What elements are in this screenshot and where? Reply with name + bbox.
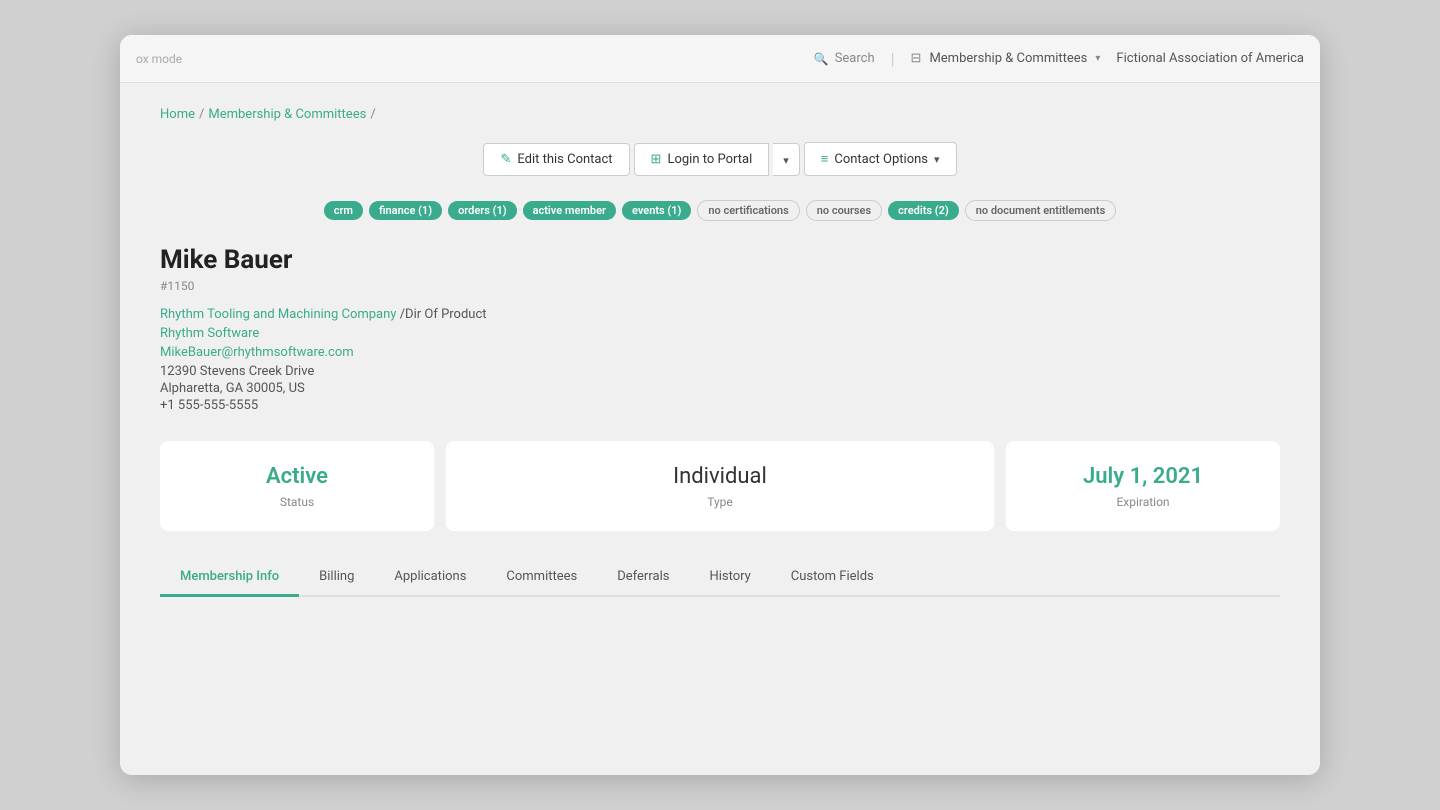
- contact-id: #1150: [160, 279, 1280, 293]
- nav-icon: ⊟: [911, 51, 922, 66]
- options-chevron-icon: ▾: [934, 153, 940, 166]
- type-value: Individual: [673, 464, 767, 489]
- tab-custom-fields[interactable]: Custom Fields: [771, 559, 894, 597]
- tab-deferrals[interactable]: Deferrals: [597, 559, 689, 597]
- breadcrumb-sep-1: /: [199, 107, 204, 122]
- breadcrumb: Home / Membership & Committees /: [160, 107, 1280, 122]
- contact-phone: +1 555-555-5555: [160, 398, 1280, 413]
- contact-options-button[interactable]: ≡ Contact Options ▾: [804, 142, 957, 176]
- expiration-label: Expiration: [1116, 495, 1169, 509]
- browser-search-area[interactable]: 🔍 Search: [814, 51, 875, 66]
- status-card-type: Individual Type: [446, 441, 994, 531]
- status-card-active: Active Status: [160, 441, 434, 531]
- page-content: Home / Membership & Committees / ✎ Edit …: [120, 83, 1320, 775]
- browser-bar: ox mode 🔍 Search | ⊟ Membership & Commit…: [120, 35, 1320, 83]
- breadcrumb-section[interactable]: Membership & Committees: [208, 107, 366, 122]
- action-buttons-row: ✎ Edit this Contact ⊞ Login to Portal ▾ …: [160, 142, 1280, 176]
- breadcrumb-home[interactable]: Home: [160, 107, 195, 122]
- options-button-label: Contact Options: [834, 152, 928, 167]
- org-name-label: Fictional Association of America: [1116, 51, 1304, 66]
- search-icon: 🔍: [814, 52, 829, 66]
- contact-software-link[interactable]: Rhythm Software: [160, 326, 1280, 341]
- tag-finance[interactable]: finance (1): [369, 201, 442, 220]
- breadcrumb-sep-2: /: [370, 107, 375, 122]
- contact-email-link[interactable]: MikeBauer@rhythmsoftware.com: [160, 345, 1280, 360]
- contact-title: /Dir Of Product: [396, 307, 486, 322]
- contact-company-link[interactable]: Rhythm Tooling and Machining Company: [160, 307, 396, 322]
- options-icon: ≡: [821, 151, 829, 167]
- tag-no-certifications[interactable]: no certifications: [697, 200, 799, 221]
- status-card-expiration: July 1, 2021 Expiration: [1006, 441, 1280, 531]
- status-label: Status: [280, 495, 314, 509]
- status-cards: Active Status Individual Type July 1, 20…: [160, 441, 1280, 531]
- contact-info-block: Mike Bauer #1150 Rhythm Tooling and Mach…: [160, 245, 1280, 413]
- login-dropdown-chevron-icon: ▾: [783, 155, 789, 167]
- tags-row: crm finance (1) orders (1) active member…: [160, 200, 1280, 221]
- tag-no-courses[interactable]: no courses: [806, 200, 882, 221]
- search-label: Search: [835, 51, 875, 66]
- edit-icon: ✎: [500, 152, 511, 167]
- contact-company-row: Rhythm Tooling and Machining Company /Di…: [160, 303, 1280, 322]
- edit-button-label: Edit this Contact: [517, 152, 612, 167]
- browser-nav: ⊟ Membership & Committees ▾: [911, 51, 1101, 66]
- type-label: Type: [707, 495, 733, 509]
- nav-label: Membership & Committees: [929, 51, 1087, 66]
- tag-active-member[interactable]: active member: [523, 201, 616, 220]
- tab-committees[interactable]: Committees: [486, 559, 597, 597]
- login-to-portal-button[interactable]: ⊞ Login to Portal: [634, 143, 770, 176]
- tag-no-document-entitlements[interactable]: no document entitlements: [965, 200, 1117, 221]
- status-value: Active: [266, 464, 328, 489]
- browser-mode-label: ox mode: [136, 52, 182, 66]
- contact-name: Mike Bauer: [160, 245, 1280, 275]
- tag-crm[interactable]: crm: [324, 201, 363, 220]
- expiration-value: July 1, 2021: [1083, 464, 1203, 489]
- tag-orders[interactable]: orders (1): [448, 201, 517, 220]
- tabs-row: Membership Info Billing Applications Com…: [160, 559, 1280, 597]
- login-button-label: Login to Portal: [667, 152, 752, 167]
- login-icon: ⊞: [651, 152, 662, 167]
- edit-contact-button[interactable]: ✎ Edit this Contact: [483, 143, 629, 176]
- contact-section: Mike Bauer #1150 Rhythm Tooling and Mach…: [160, 245, 1280, 413]
- tab-membership-info[interactable]: Membership Info: [160, 559, 299, 597]
- nav-chevron-icon: ▾: [1095, 53, 1100, 64]
- tab-applications[interactable]: Applications: [374, 559, 486, 597]
- contact-address1: 12390 Stevens Creek Drive: [160, 364, 1280, 379]
- contact-address2: Alpharetta, GA 30005, US: [160, 381, 1280, 396]
- tag-events[interactable]: events (1): [622, 201, 691, 220]
- tag-credits[interactable]: credits (2): [888, 201, 959, 220]
- tab-history[interactable]: History: [689, 559, 770, 597]
- tab-billing[interactable]: Billing: [299, 559, 374, 597]
- browser-window: ox mode 🔍 Search | ⊟ Membership & Commit…: [120, 35, 1320, 775]
- login-dropdown-button[interactable]: ▾: [773, 143, 800, 176]
